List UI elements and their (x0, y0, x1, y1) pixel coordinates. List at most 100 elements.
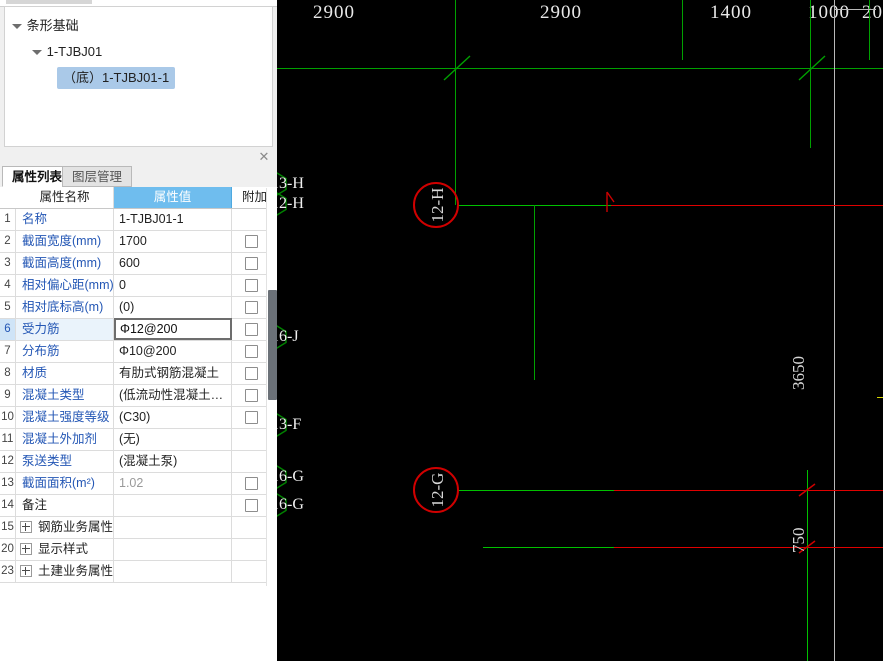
row-property-name: 混凝土强度等级 (16, 407, 114, 428)
annotation-baseline-yellow (877, 397, 883, 398)
row-index: 7 (0, 341, 16, 362)
row-property-name: 分布筋 (16, 341, 114, 362)
row-property-name: 截面高度(mm) (16, 253, 114, 274)
attach-checkbox[interactable] (245, 499, 258, 512)
table-row[interactable]: 3 截面高度(mm) 600 (0, 253, 277, 275)
tree-item-label-selected: （底）1-TJBJ01-1 (57, 67, 176, 89)
row-property-value[interactable]: Φ10@200 (114, 341, 232, 362)
row-property-name: 名称 (16, 209, 114, 230)
row-property-value[interactable]: 有肋式钢筋混凝土 (114, 363, 232, 384)
chevron-down-icon[interactable] (31, 39, 43, 65)
attach-checkbox[interactable] (245, 279, 258, 292)
header-property-name[interactable]: 属性名称 (16, 187, 114, 208)
table-row-group[interactable]: 15 钢筋业务属性 (0, 517, 277, 539)
attach-checkbox[interactable] (245, 301, 258, 314)
row-property-value[interactable]: (无) (114, 429, 232, 450)
row-property-value[interactable]: 0 (114, 275, 232, 296)
table-row[interactable]: 7 分布筋 Φ10@200 (0, 341, 277, 363)
row-property-name: 材质 (16, 363, 114, 384)
table-row[interactable]: 8 材质 有肋式钢筋混凝土 (0, 363, 277, 385)
table-row-group[interactable]: 23 土建业务属性 (0, 561, 277, 583)
axis-bubble-label: 12-H (428, 187, 447, 223)
table-row[interactable]: 5 相对底标高(m) (0) (0, 297, 277, 319)
dimension-extension-line (534, 205, 535, 380)
row-property-name: 相对底标高(m) (16, 297, 114, 318)
tree-item-tjbj01[interactable]: 1-TJBJ01 (5, 39, 272, 65)
row-property-value[interactable]: (C30) (114, 407, 232, 428)
table-row[interactable]: 14 备注 (0, 495, 277, 517)
tab-layer-manager[interactable]: 图层管理 (62, 166, 133, 187)
vertical-dimension-3650: 3650 (789, 356, 808, 390)
cad-drawing-canvas[interactable]: 2900 2900 1400 1000 20 12-H 12-G 3650 75… (277, 0, 883, 661)
header-index-cell (0, 187, 17, 208)
row-property-value[interactable]: 1-TJBJ01-1 (114, 209, 232, 230)
properties-scrollbar-thumb[interactable] (268, 290, 277, 400)
dimension-tick-icon (798, 483, 816, 497)
tree-item-tjbj01-1[interactable]: （底）1-TJBJ01-1 (5, 65, 272, 91)
row-property-name: 截面宽度(mm) (16, 231, 114, 252)
member-line-red (614, 547, 883, 548)
row-index: 13 (0, 473, 16, 494)
attach-checkbox[interactable] (245, 345, 258, 358)
row-property-value[interactable]: (低流动性混凝土… (114, 385, 232, 406)
table-row[interactable]: 4 相对偏心距(mm) 0 (0, 275, 277, 297)
row-property-value (114, 561, 232, 582)
axis-bubble-12g[interactable]: 12-G (413, 467, 459, 513)
row-index: 6 (0, 319, 16, 340)
grid-label-text: 16-J (277, 328, 299, 345)
chevron-down-icon[interactable] (11, 13, 23, 39)
table-row-group[interactable]: 20 显示样式 (0, 539, 277, 561)
table-header-row: 属性名称 属性值 附加 (0, 187, 277, 209)
row-index: 8 (0, 363, 16, 384)
guide-line-vertical (834, 0, 835, 661)
member-line-green (483, 547, 614, 548)
row-property-value[interactable]: 1700 (114, 231, 232, 252)
attach-checkbox[interactable] (245, 257, 258, 270)
property-value-editor[interactable]: Φ12@200 (114, 318, 232, 340)
table-row[interactable]: 13 截面面积(m²) 1.02 (0, 473, 277, 495)
properties-titlebar: ✕ (0, 150, 277, 166)
row-index: 5 (0, 297, 16, 318)
attach-checkbox[interactable] (245, 411, 258, 424)
member-line-green (459, 490, 614, 491)
row-property-name: 截面面积(m²) (16, 473, 114, 494)
expand-plus-icon[interactable] (20, 543, 32, 555)
properties-tabbar: 属性列表 图层管理 (0, 166, 277, 188)
expand-plus-icon[interactable] (20, 521, 32, 533)
grid-label-text: 16-G (277, 468, 304, 485)
attach-checkbox[interactable] (245, 235, 258, 248)
row-index: 2 (0, 231, 16, 252)
tree-item-foundation[interactable]: 条形基础 (5, 13, 272, 39)
table-row[interactable]: 10 混凝土强度等级 (C30) (0, 407, 277, 429)
arrow-marker-icon (606, 191, 615, 212)
table-row[interactable]: 9 混凝土类型 (低流动性混凝土… (0, 385, 277, 407)
properties-window: ✕ 属性列表 图层管理 属性名称 属性值 附加 1 名称 1-TJBJ01-1 … (0, 150, 277, 661)
row-property-name: 相对偏心距(mm) (16, 275, 114, 296)
table-row[interactable]: 11 混凝土外加剂 (无) (0, 429, 277, 451)
component-tree[interactable]: 条形基础 1-TJBJ01 （底）1-TJBJ01-1 (4, 6, 273, 147)
member-line-green (459, 205, 611, 206)
row-property-value[interactable]: (混凝土泵) (114, 451, 232, 472)
table-row[interactable]: 2 截面宽度(mm) 1700 (0, 231, 277, 253)
header-property-value[interactable]: 属性值 (114, 187, 232, 208)
properties-table: 属性名称 属性值 附加 1 名称 1-TJBJ01-1 2 截面宽度(mm) 1… (0, 187, 277, 661)
table-row-selected[interactable]: 6 受力筋 Φ12@200 (0, 318, 277, 341)
guide-line-horizontal (834, 9, 876, 10)
row-index: 23 (0, 561, 16, 582)
close-icon[interactable]: ✕ (257, 150, 271, 164)
attach-checkbox[interactable] (245, 323, 258, 336)
axis-bubble-12h[interactable]: 12-H (413, 182, 459, 228)
table-row[interactable]: 1 名称 1-TJBJ01-1 (0, 209, 277, 231)
row-property-name: 混凝土类型 (16, 385, 114, 406)
attach-checkbox[interactable] (245, 367, 258, 380)
table-row[interactable]: 12 泵送类型 (混凝土泵) (0, 451, 277, 473)
expand-plus-icon[interactable] (20, 565, 32, 577)
row-property-value[interactable]: 600 (114, 253, 232, 274)
row-index: 1 (0, 209, 16, 230)
row-property-value[interactable] (114, 495, 232, 516)
attach-checkbox[interactable] (245, 389, 258, 402)
row-property-value[interactable]: (0) (114, 297, 232, 318)
row-property-name: 备注 (16, 495, 114, 516)
attach-checkbox[interactable] (245, 477, 258, 490)
top-strip-sliver (6, 0, 92, 4)
